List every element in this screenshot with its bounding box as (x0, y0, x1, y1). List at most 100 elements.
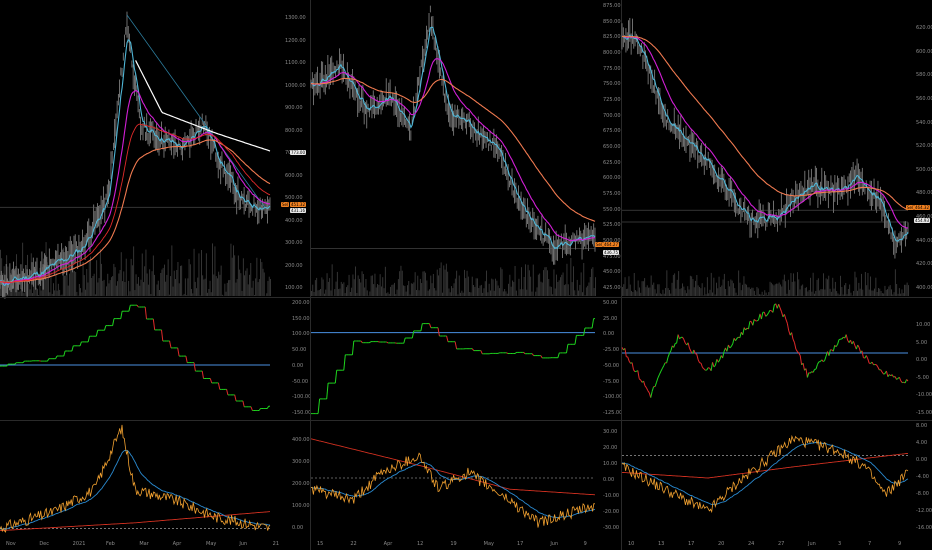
price-axis-3[interactable]: 620.00 600.00 580.00 560.00 540.00 520.00 500.… (914, 0, 932, 296)
volume-bar (656, 293, 657, 296)
volume-bar (399, 271, 401, 296)
time-tick-label: 20 (718, 541, 725, 547)
volume-bar (418, 290, 420, 296)
time-axis-3[interactable]: 10 13 17 20 24 27 Jun 3 7 9 (622, 538, 922, 550)
axis-tick-label: 4.00 (916, 440, 928, 446)
axis-tick-label: -25.00 (603, 347, 620, 354)
volume-bar (146, 273, 148, 296)
axis-tick-label: 620.00 (916, 25, 932, 31)
volume-bar (683, 286, 685, 296)
volume-bar (448, 288, 450, 296)
lower-pane-3[interactable] (621, 422, 909, 534)
volume-bar (378, 284, 380, 296)
volume-bar (113, 263, 115, 296)
volume-bar (386, 293, 388, 296)
lower-axis-2[interactable]: 30.00 20.00 10.00 0.00 -10.00 -20.00 -30.00 (601, 422, 621, 534)
price-tag[interactable]: 454.93 (914, 218, 930, 223)
volume-bar (629, 284, 631, 296)
axis-tick-label: 30.00 (603, 429, 618, 435)
volume-bar (499, 288, 500, 296)
price-pane-3[interactable] (621, 0, 909, 296)
oscillator-pane-2[interactable] (311, 299, 595, 419)
oscillator-segment (729, 346, 732, 349)
lower-pane-2[interactable] (310, 422, 596, 534)
volume-bar (525, 264, 526, 296)
volume-bar (575, 295, 577, 296)
axis-tick-label: 600.00 (916, 48, 932, 55)
volume-bar (881, 293, 883, 296)
time-tick-label: Dec (39, 541, 50, 547)
volume-bar (892, 294, 894, 296)
volume-bar (404, 285, 406, 296)
price-tag[interactable]: Sel (906, 205, 915, 210)
volume-bar (508, 283, 509, 296)
price-tag[interactable]: 431.16 (290, 208, 306, 213)
axis-tick-label: 725.00 (603, 97, 621, 103)
price-tag[interactable]: 451.32 (290, 202, 306, 207)
lower-axis-1[interactable]: 400.00 300.00 200.00 100.00 0.00 (290, 422, 310, 534)
volume-bar (486, 270, 487, 296)
oscillator-segment (845, 334, 849, 341)
axis-tick-label: -50.00 (603, 362, 620, 369)
volume-bar (887, 289, 888, 296)
time-axis-1[interactable]: Nov Dec 2021 Feb Mar Apr May Jun 21 (0, 538, 300, 550)
price-tag[interactable]: Sel (281, 202, 290, 207)
volume-bar (0, 249, 1, 296)
axis-tick-label: 100.00 (292, 503, 310, 509)
axis-tick-label: -15.00 (916, 410, 932, 416)
time-tick-label: 3 (838, 541, 842, 547)
price-pane-1[interactable] (0, 0, 271, 299)
time-tick-label: Apr (172, 541, 182, 547)
pane-divider[interactable] (0, 297, 310, 298)
oscillator-axis-2[interactable]: 50.00 25.00 0.00 -25.00 -50.00 -75.00 -100.00 -… (601, 299, 622, 419)
oscillator-segment (696, 353, 699, 361)
pane-divider[interactable] (622, 297, 932, 298)
time-tick-label: Jun (808, 541, 816, 547)
price-tag[interactable]: 464.27 (603, 242, 619, 247)
volume-bar (675, 288, 677, 296)
volume-bar (767, 295, 768, 296)
oscillator-segment (753, 319, 757, 322)
oscillator-axis-3[interactable]: 10.00 5.00 0.00 -5.00 -10.00 -15.00 (914, 299, 932, 419)
price-tag[interactable]: 464.32 (914, 205, 930, 210)
volume-bar (522, 289, 524, 296)
pane-divider[interactable] (311, 297, 621, 298)
price-tag[interactable]: Sel (595, 242, 604, 247)
price-tag[interactable]: 773.00 (290, 150, 306, 155)
pane-divider[interactable] (311, 420, 621, 421)
volume-bar (901, 289, 903, 296)
volume-bar (729, 286, 730, 296)
lower-axis-3[interactable]: 8.00 4.00 0.00 -4.00 -8.00 -12.00 -16.00 (914, 422, 932, 534)
volume-bar (736, 295, 738, 296)
pane-divider[interactable] (622, 420, 932, 421)
volume-bar (842, 294, 844, 296)
oscillator-segment (666, 357, 669, 364)
oscillator-segment (55, 355, 58, 359)
volume-bar (513, 281, 515, 296)
volume-bar (133, 246, 135, 296)
oscillator-segment (742, 327, 745, 336)
volume-bar (48, 272, 49, 296)
axis-tick-label: 420.00 (916, 261, 932, 268)
volume-bar (793, 273, 794, 296)
volume-bar (518, 278, 520, 296)
price-axis-1[interactable]: 1300.00 1200.00 1100.00 1000.00 900.00 800.00… (283, 0, 309, 296)
volume-bar (684, 290, 686, 296)
oscillator-pane-3[interactable] (621, 299, 909, 419)
oscillator-segment (627, 356, 630, 362)
oscillator-axis-1[interactable]: 200.00 150.00 100.00 50.00 0.00 -50.00 -100.00… (290, 299, 311, 419)
price-tag[interactable]: 436.75 (603, 250, 619, 255)
volume-bar (442, 292, 443, 296)
oscillator-segment (660, 368, 663, 372)
oscillator-pane-1[interactable] (0, 299, 270, 419)
volume-bar (487, 292, 489, 296)
time-axis-2[interactable]: 15 22 Apr 12 19 May 17 Jun 9 (311, 538, 611, 550)
lower-pane-1[interactable] (0, 422, 271, 534)
volume-bar (778, 282, 780, 296)
volume-bar (735, 292, 737, 296)
price-pane-2[interactable] (310, 0, 596, 296)
volume-bar (712, 292, 713, 296)
axis-tick-label: 800.00 (285, 127, 303, 134)
volume-bar (435, 290, 437, 296)
pane-divider[interactable] (0, 420, 310, 421)
